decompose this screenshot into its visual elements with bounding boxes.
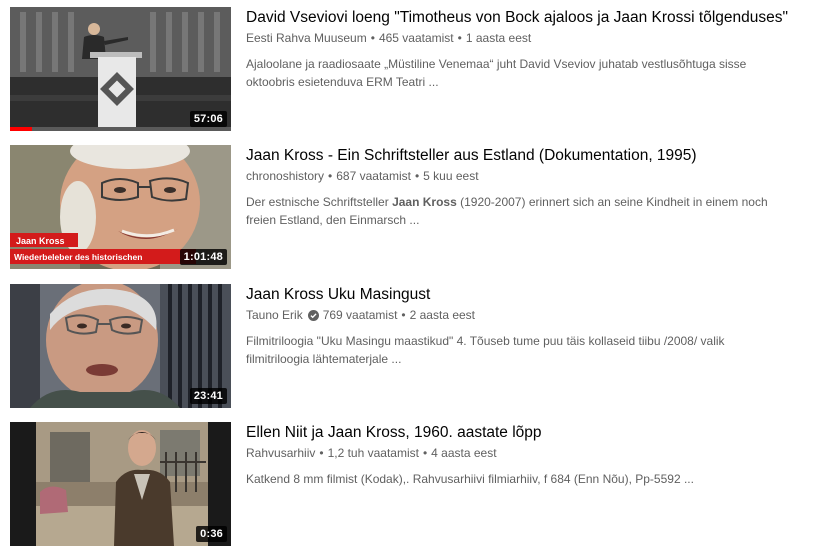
caption-name: Jaan Kross <box>16 236 65 246</box>
video-info: Jaan Kross - Ein Schriftsteller aus Estl… <box>246 145 806 229</box>
channel-name[interactable]: chronoshistory <box>246 167 324 185</box>
meta-separator: • <box>319 446 324 460</box>
channel-name[interactable]: Eesti Rahva Muuseum <box>246 29 367 47</box>
meta-separator: • <box>422 446 428 460</box>
upload-age: 4 aasta eest <box>431 446 497 460</box>
video-description: Der estnische Schriftsteller Jaan Kross … <box>246 193 791 229</box>
upload-age: 2 aasta eest <box>409 308 476 322</box>
meta-separator: • <box>414 169 420 183</box>
verified-check-icon <box>307 309 319 321</box>
view-count: 1,2 tuh vaatamist <box>327 446 419 460</box>
caption-subtitle: Wiederbeleber des historischen <box>14 252 142 262</box>
video-thumbnail[interactable]: 0:36 <box>10 422 231 546</box>
video-result[interactable]: 0:36 Ellen Niit ja Jaan Kross, 1960. aas… <box>0 422 822 546</box>
meta-separator: • <box>401 308 406 322</box>
duration-badge: 23:41 <box>189 388 227 404</box>
video-title[interactable]: David Vseviovi loeng "Timotheus von Bock… <box>246 7 806 28</box>
description-highlight: Jaan Kross <box>392 195 457 209</box>
meta-separator: • <box>457 31 462 45</box>
watch-progress-fill <box>10 127 33 131</box>
duration-badge: 57:06 <box>189 111 227 127</box>
video-thumbnail[interactable]: Jaan Kross Wiederbeleber des historische… <box>10 145 231 269</box>
video-thumbnail[interactable]: 23:41 <box>10 284 231 408</box>
search-results-list: 57:06 David Vseviovi loeng "Timotheus vo… <box>0 0 822 547</box>
video-meta: Tauno Erik 769 vaatamist • 2 aasta eest <box>246 306 806 324</box>
video-description: Katkend 8 mm filmist (Kodak),. Rahvusarh… <box>246 472 694 486</box>
video-title[interactable]: Jaan Kross Uku Masingust <box>246 284 806 305</box>
channel-name[interactable]: Tauno Erik <box>246 306 303 324</box>
upload-age: 1 aasta eest <box>465 31 532 45</box>
view-count: 687 vaatamist <box>336 169 411 183</box>
video-meta: chronoshistory • 687 vaatamist • 5 kuu e… <box>246 167 806 185</box>
view-count: 769 vaatamist <box>322 308 398 322</box>
duration-badge: 1:01:48 <box>179 249 227 265</box>
video-info: Ellen Niit ja Jaan Kross, 1960. aastate … <box>246 422 806 488</box>
video-result[interactable]: 57:06 David Vseviovi loeng "Timotheus vo… <box>0 7 822 131</box>
video-info: David Vseviovi loeng "Timotheus von Bock… <box>246 7 806 91</box>
meta-separator: • <box>370 31 375 45</box>
video-meta: Rahvusarhiiv • 1,2 tuh vaatamist • 4 aas… <box>246 444 806 462</box>
video-info: Jaan Kross Uku Masingust Tauno Erik 769 … <box>246 284 806 368</box>
video-title[interactable]: Jaan Kross - Ein Schriftsteller aus Estl… <box>246 145 806 166</box>
view-count: 465 vaatamist <box>378 31 454 45</box>
duration-badge: 0:36 <box>196 526 227 542</box>
video-description: Ajaloolane ja raadiosaate „Müstiline Ven… <box>246 57 747 89</box>
video-result[interactable]: Jaan Kross Wiederbeleber des historische… <box>0 145 822 269</box>
description-text: Der estnische Schriftsteller <box>246 195 393 209</box>
channel-name[interactable]: Rahvusarhiiv <box>246 444 315 462</box>
video-result[interactable]: 23:41 Jaan Kross Uku Masingust Tauno Eri… <box>0 284 822 408</box>
upload-age: 5 kuu eest <box>423 169 479 183</box>
video-thumbnail[interactable]: 57:06 <box>10 7 231 131</box>
video-title[interactable]: Ellen Niit ja Jaan Kross, 1960. aastate … <box>246 422 806 443</box>
meta-separator: • <box>328 169 333 183</box>
watch-progress-bar <box>10 127 231 131</box>
video-meta: Eesti Rahva Muuseum • 465 vaatamist • 1 … <box>246 29 806 47</box>
video-description: Filmitriloogia "Uku Masingu maastikud" 4… <box>246 334 725 366</box>
